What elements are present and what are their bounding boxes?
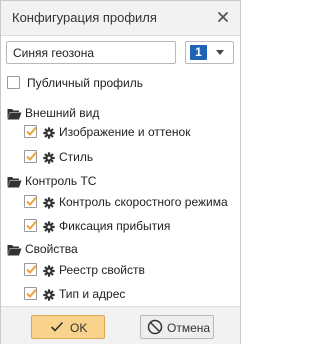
public-profile-label: Публичный профиль (27, 76, 144, 90)
option-row: Фиксация прибытия (6, 217, 236, 235)
gear-icon (43, 264, 55, 277)
gear-icon (43, 220, 55, 233)
option-row: Изображение и оттенок (6, 123, 236, 141)
ok-button[interactable]: OK (31, 315, 105, 339)
group-label: Контроль ТС (25, 174, 97, 188)
ok-button-label: OK (70, 321, 88, 335)
gear-icon (43, 151, 55, 164)
option-label: Контроль скоростного режима (59, 195, 228, 209)
cancel-icon (147, 319, 163, 338)
group-header-appearance: Внешний вид (6, 104, 236, 122)
group-label: Внешний вид (25, 106, 100, 120)
profile-number-badge: 1 (190, 45, 207, 60)
option-label: Стиль (59, 150, 94, 164)
public-profile-checkbox[interactable] (7, 76, 20, 89)
profile-name-input[interactable] (6, 41, 176, 64)
close-icon[interactable] (215, 9, 231, 25)
option-checkbox[interactable] (24, 219, 37, 232)
check-icon (50, 321, 64, 336)
option-label: Реестр свойств (59, 263, 145, 277)
gear-icon (43, 288, 55, 301)
cancel-button-label: Отмена (167, 321, 211, 335)
option-row: Реестр свойств (6, 261, 236, 279)
cancel-button[interactable]: Отмена (140, 315, 214, 339)
option-checkbox[interactable] (24, 263, 37, 276)
option-checkbox[interactable] (24, 150, 37, 163)
chevron-down-icon (216, 50, 224, 55)
folder-open-icon (7, 107, 22, 120)
profile-config-dialog: Конфигурация профиля 1 Публичный профиль… (0, 0, 241, 344)
folder-open-icon (7, 243, 22, 256)
option-label: Фиксация прибытия (59, 219, 171, 233)
profile-number-select[interactable]: 1 (185, 41, 234, 64)
group-header-properties: Свойства (6, 240, 236, 258)
dialog-titlebar: Конфигурация профиля (1, 1, 240, 36)
option-label: Изображение и оттенок (59, 125, 191, 139)
option-row: Тип и адрес (6, 285, 236, 303)
dialog-footer: OK Отмена (1, 306, 240, 344)
option-label: Тип и адрес (59, 287, 126, 301)
gear-icon (43, 126, 55, 139)
dialog-title: Конфигурация профиля (12, 10, 157, 25)
group-label: Свойства (25, 242, 78, 256)
option-checkbox[interactable] (24, 195, 37, 208)
public-profile-row: Публичный профиль (6, 74, 236, 92)
option-checkbox[interactable] (24, 287, 37, 300)
option-row: Контроль скоростного режима (6, 193, 236, 211)
option-row: Стиль (6, 148, 236, 166)
folder-open-icon (7, 175, 22, 188)
gear-icon (43, 196, 55, 209)
group-header-vehicle-control: Контроль ТС (6, 172, 236, 190)
option-checkbox[interactable] (24, 125, 37, 138)
